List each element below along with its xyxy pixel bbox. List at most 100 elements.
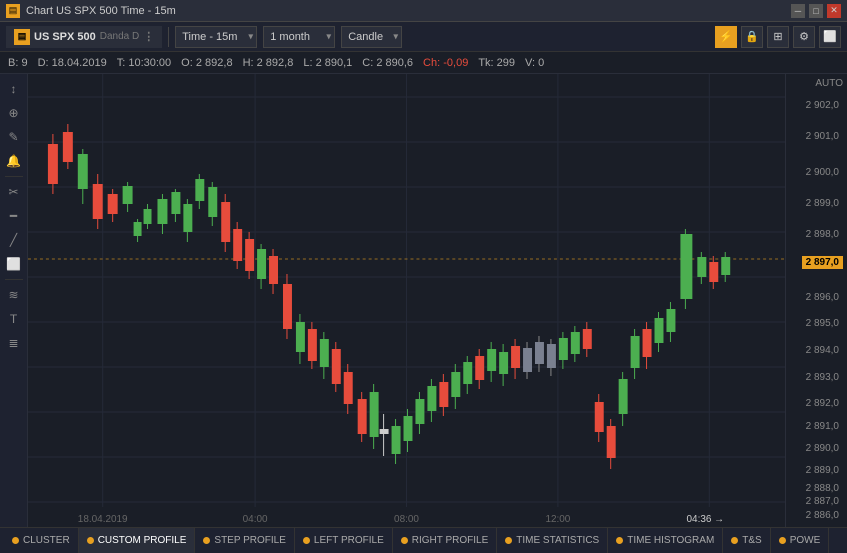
minimize-button[interactable]: ─ bbox=[791, 4, 805, 18]
symbol-menu-icon[interactable]: ⋮ bbox=[143, 30, 154, 43]
ts-dot bbox=[731, 537, 738, 544]
left-profile-label: LEFT PROFILE bbox=[314, 535, 384, 546]
tab-time-statistics[interactable]: TIME STATISTICS bbox=[497, 528, 608, 553]
period-select[interactable]: 1 month 1 week 3 months 6 months bbox=[263, 26, 335, 48]
price-2890: 2 890,0 bbox=[806, 443, 839, 454]
price-2886: 2 886,0 bbox=[806, 510, 839, 521]
current-price-badge: 2 897,0 bbox=[802, 256, 843, 269]
layout-icon-button[interactable]: ⊞ bbox=[767, 26, 789, 48]
power-dot bbox=[779, 537, 786, 544]
left-toolbar: ↕ ⊕ ✎ 🔔 ✂ ━ ╱ ⬜ ≋ T ≣ bbox=[0, 74, 28, 527]
price-2887: 2 887,0 bbox=[806, 496, 839, 507]
price-2895: 2 895,0 bbox=[806, 318, 839, 329]
price-2892: 2 892,0 bbox=[806, 398, 839, 409]
price-2894: 2 894,0 bbox=[806, 345, 839, 356]
window-title: Chart US SPX 500 Time - 15m bbox=[26, 5, 176, 17]
toolbar-separator bbox=[5, 176, 23, 177]
cursor-tool-button[interactable]: ↕ bbox=[3, 78, 25, 100]
exchange-name: Danda D bbox=[100, 31, 139, 42]
close-button[interactable]: ✕ bbox=[827, 4, 841, 18]
chart-type-select[interactable]: Candle Line Bar Area bbox=[341, 26, 402, 48]
left-profile-dot bbox=[303, 537, 310, 544]
hline-tool-button[interactable]: ━ bbox=[3, 205, 25, 227]
tab-power[interactable]: POWE bbox=[771, 528, 830, 553]
power-label: POWE bbox=[790, 535, 821, 546]
main-toolbar: ▤ US SPX 500 Danda D ⋮ Time - 15m Time -… bbox=[0, 22, 847, 52]
price-2893: 2 893,0 bbox=[806, 372, 839, 383]
svg-text:04:36 →: 04:36 → bbox=[687, 514, 725, 525]
tab-cluster[interactable]: CLUSTER bbox=[4, 528, 79, 553]
chart-icon: ▤ bbox=[6, 4, 20, 18]
menu-tool-button[interactable]: ≣ bbox=[3, 332, 25, 354]
draw-tool-button[interactable]: ✎ bbox=[3, 126, 25, 148]
price-2891: 2 891,0 bbox=[806, 421, 839, 432]
period-select-wrap[interactable]: 1 month 1 week 3 months 6 months bbox=[263, 26, 335, 48]
trading-icon-button[interactable]: ⚡ bbox=[715, 26, 737, 48]
lock-icon-button[interactable]: 🔒 bbox=[741, 26, 763, 48]
info-v: V: 0 bbox=[525, 57, 544, 69]
symbol-icon: ▤ bbox=[14, 29, 30, 45]
time-histogram-dot bbox=[616, 537, 623, 544]
title-bar: ▤ Chart US SPX 500 Time - 15m ─ □ ✕ bbox=[0, 0, 847, 22]
info-ch: Ch: -0,09 bbox=[423, 57, 468, 69]
custom-profile-label: CUSTOM PROFILE bbox=[98, 535, 187, 546]
alert-tool-button[interactable]: 🔔 bbox=[3, 150, 25, 172]
title-bar-left: ▤ Chart US SPX 500 Time - 15m bbox=[6, 4, 176, 18]
ts-label: T&S bbox=[742, 535, 761, 546]
cluster-label: CLUSTER bbox=[23, 535, 70, 546]
fib-tool-button[interactable]: ≋ bbox=[3, 284, 25, 306]
main-area: ↕ ⊕ ✎ 🔔 ✂ ━ ╱ ⬜ ≋ T ≣ bbox=[0, 74, 847, 527]
tab-step-profile[interactable]: STEP PROFILE bbox=[195, 528, 295, 553]
settings-icon-button[interactable]: ⚙ bbox=[793, 26, 815, 48]
symbol-display[interactable]: ▤ US SPX 500 Danda D ⋮ bbox=[6, 26, 162, 48]
price-2896: 2 896,0 bbox=[806, 292, 839, 303]
tab-left-profile[interactable]: LEFT PROFILE bbox=[295, 528, 393, 553]
timeframe-select[interactable]: Time - 15m Time - 1m Time - 5m Time - 1h… bbox=[175, 26, 257, 48]
price-2888: 2 888,0 bbox=[806, 483, 839, 494]
svg-text:18.04.2019: 18.04.2019 bbox=[78, 514, 128, 525]
svg-text:04:00: 04:00 bbox=[243, 514, 268, 525]
trendline-tool-button[interactable]: ╱ bbox=[3, 229, 25, 251]
price-2898: 2 898,0 bbox=[806, 229, 839, 240]
price-labels: 2 902,0 2 901,0 2 900,0 2 899,0 2 898,0 … bbox=[790, 78, 843, 523]
tab-custom-profile[interactable]: CUSTOM PROFILE bbox=[79, 528, 196, 553]
info-o: O: 2 892,8 bbox=[181, 57, 232, 69]
tab-time-histogram[interactable]: TIME HISTOGRAM bbox=[608, 528, 723, 553]
price-2889: 2 889,0 bbox=[806, 465, 839, 476]
text-tool-button[interactable]: T bbox=[3, 308, 25, 330]
rect-tool-button[interactable]: ⬜ bbox=[3, 253, 25, 275]
svg-text:08:00: 08:00 bbox=[394, 514, 419, 525]
crosshair-tool-button[interactable]: ⊕ bbox=[3, 102, 25, 124]
info-c: C: 2 890,6 bbox=[362, 57, 413, 69]
info-tk: Tk: 299 bbox=[478, 57, 515, 69]
tab-ts[interactable]: T&S bbox=[723, 528, 770, 553]
fullscreen-icon-button[interactable]: ⬜ bbox=[819, 26, 841, 48]
info-h: H: 2 892,8 bbox=[243, 57, 294, 69]
timeframe-select-wrap[interactable]: Time - 15m Time - 1m Time - 5m Time - 1h… bbox=[175, 26, 257, 48]
info-bar: B: 9 D: 18.04.2019 T: 10:30:00 O: 2 892,… bbox=[0, 52, 847, 74]
info-l: L: 2 890,1 bbox=[303, 57, 352, 69]
step-profile-label: STEP PROFILE bbox=[214, 535, 286, 546]
info-t: T: 10:30:00 bbox=[117, 57, 171, 69]
price-2900: 2 900,0 bbox=[806, 167, 839, 178]
right-profile-label: RIGHT PROFILE bbox=[412, 535, 489, 546]
info-b: B: 9 bbox=[8, 57, 28, 69]
time-statistics-dot bbox=[505, 537, 512, 544]
time-statistics-label: TIME STATISTICS bbox=[516, 535, 599, 546]
tab-right-profile[interactable]: RIGHT PROFILE bbox=[393, 528, 498, 553]
toolbar-separator-1 bbox=[168, 27, 169, 47]
chart-area[interactable]: 18.04.2019 04:00 08:00 12:00 04:36 → bbox=[28, 74, 785, 527]
chart-type-select-wrap[interactable]: Candle Line Bar Area bbox=[341, 26, 402, 48]
price-2901: 2 901,0 bbox=[806, 131, 839, 142]
price-2902: 2 902,0 bbox=[806, 100, 839, 111]
svg-text:12:00: 12:00 bbox=[545, 514, 570, 525]
toolbar-separator-2 bbox=[5, 279, 23, 280]
price-axis: AUTO 2 902,0 2 901,0 2 900,0 2 899,0 2 8… bbox=[785, 74, 847, 527]
maximize-button[interactable]: □ bbox=[809, 4, 823, 18]
toolbar-right-icons: ⚡ 🔒 ⊞ ⚙ ⬜ bbox=[715, 26, 841, 48]
info-d: D: 18.04.2019 bbox=[38, 57, 107, 69]
step-profile-dot bbox=[203, 537, 210, 544]
time-histogram-label: TIME HISTOGRAM bbox=[627, 535, 714, 546]
scissors-tool-button[interactable]: ✂ bbox=[3, 181, 25, 203]
chart-canvas: 18.04.2019 04:00 08:00 12:00 04:36 → bbox=[28, 74, 785, 527]
